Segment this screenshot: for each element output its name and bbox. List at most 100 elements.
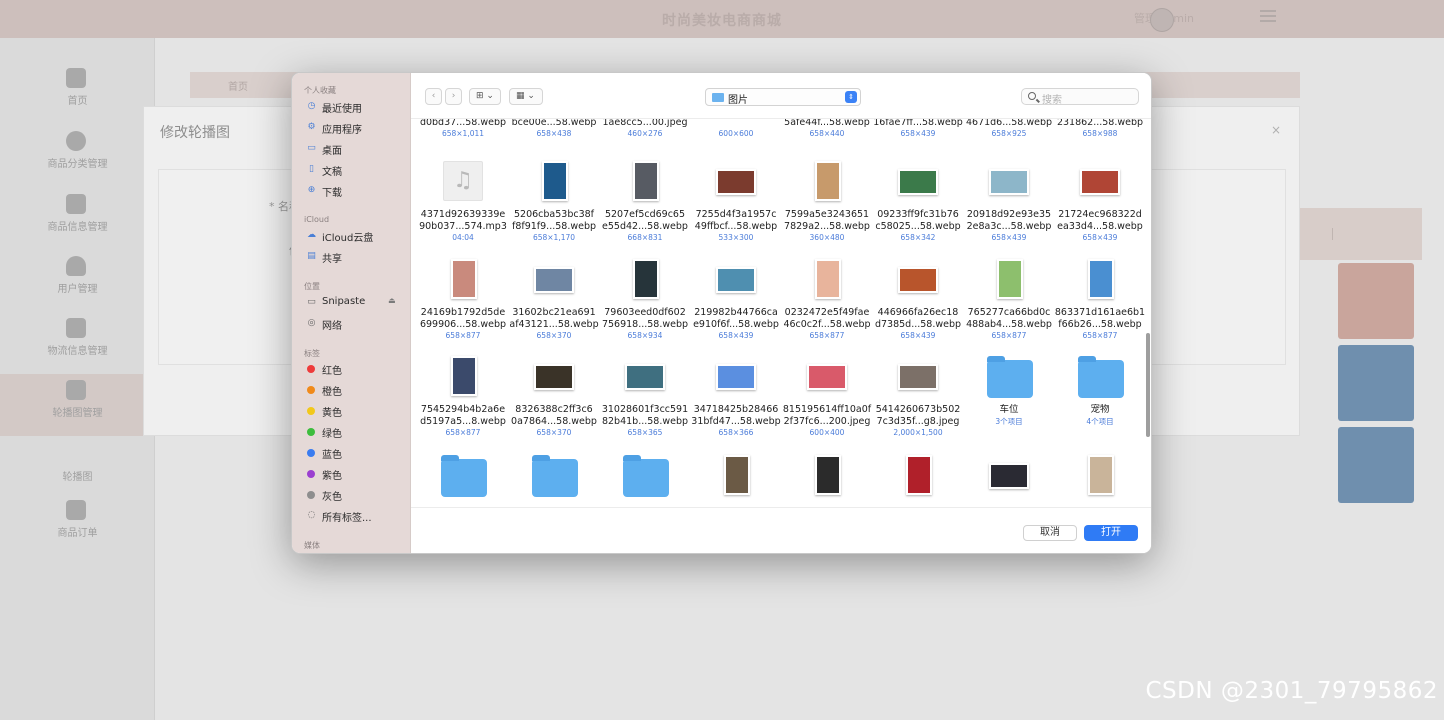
file-item[interactable]: 7599a5e3243651 7829a2...58.webp 360×480 [781,159,873,257]
folder-item[interactable]: 车位 3个项目 [963,354,1055,452]
file-item[interactable] [1054,453,1146,507]
file-meta: 658×877 [809,331,845,340]
file-name: 46c0c2f...58.webp [783,319,871,330]
sidebar-item-users[interactable]: 用户管理 [0,250,155,312]
drive-icon: ▭ [307,297,316,307]
file-item[interactable]: 5206cba53bc38f f8f91f9...58.webp 658×1,170 [508,159,600,257]
forward-button[interactable]: › [445,88,462,105]
search-input[interactable]: 搜索 [1021,88,1139,106]
sidebar-item-network[interactable]: ◎ 网络 [304,315,404,335]
file-name: 7255d4f3a1957c [695,209,777,220]
breadcrumb-home[interactable]: 首页 [228,78,248,93]
sidebar-item-recents[interactable]: ◷ 最近使用 [304,98,404,118]
folder-icon [987,356,1033,398]
open-button[interactable]: 打开 [1084,525,1138,541]
folder-item[interactable]: 宠物 4个项目 [1054,354,1146,452]
scrollbar[interactable] [1146,333,1150,437]
location-select[interactable]: 图片 ⇕ [705,88,861,106]
menu-icon[interactable] [1260,10,1276,22]
file-item[interactable]: 31028601f3cc591 82b41b...58.webp 658×365 [599,354,691,452]
file-item[interactable]: 8326388c2ff3c6 0a7864...58.webp 658×370 [508,354,600,452]
sidebar-item-documents[interactable]: ▯ 文稿 [304,161,404,181]
file-item[interactable]: 34718425b28466 31bfd47...58.webp 658×366 [690,354,782,452]
sidebar-item-desktop[interactable]: ▭ 桌面 [304,140,404,160]
file-item[interactable]: 863371d161ae6b1 f66b26...58.webp 658×877 [1054,257,1146,355]
sidebar-subitem-carousel[interactable]: 轮播图 [0,468,155,490]
sidebar-tag-orange[interactable]: 橙色 [304,381,404,401]
file-item[interactable]: 5414260673b502 7c3d35f...g8.jpeg 2,000×1,5… [872,354,964,452]
file-item[interactable]: 20918d92e93e35 2e8a3c...58.webp 658×439 [963,159,1055,257]
eject-icon[interactable]: ⏏ [388,296,396,305]
file-item[interactable]: 5207ef5cd69c65 e55d42...58.webp 668×831 [599,159,691,257]
sidebar-item-category[interactable]: 商品分类管理 [0,125,155,187]
image-thumbnail [807,364,847,390]
file-name: 7545294b4b2a6e [420,404,506,415]
file-name: 4371d92639339e [420,209,506,220]
sidebar-tag-red[interactable]: 红色 [304,360,404,380]
tag-dot-icon [307,470,315,478]
image-thumbnail [989,169,1029,195]
sidebar-item-home[interactable]: 首页 [0,62,155,124]
folder-item[interactable] [508,453,600,507]
file-item[interactable] [872,453,964,507]
sidebar-item-label: 所有标签... [322,513,372,524]
file-meta: 658×877 [445,331,481,340]
sidebar-tag-yellow[interactable]: 黄色 [304,402,404,422]
folder-item[interactable] [417,453,509,507]
file-item[interactable]: 446966fa26ec18 d7385d...58.webp 658×439 [872,257,964,355]
sidebar-item-label: 物流信息管理 [47,346,108,357]
file-item[interactable] [690,453,782,507]
folder-item[interactable] [599,453,691,507]
section-media: 媒体 [304,541,320,550]
image-thumbnail [625,364,665,390]
file-item[interactable]: ♫ 4371d92639339e 90b037...574.mp3 04:04 [417,159,509,257]
category-icon [66,131,86,151]
search-placeholder: 搜索 [1042,95,1062,106]
file-item[interactable]: 79603eed0df602 756918...58.webp 658×934 [599,257,691,355]
file-item[interactable] [781,453,873,507]
file-item[interactable]: 0232472e5f49fae 46c0c2f...58.webp 658×877 [781,257,873,355]
file-item[interactable]: 24169b1792d5de 699906...58.webp 658×877 [417,257,509,355]
dialog-sidebar: 个人收藏 ◷ 最近使用 ⚙ 应用程序 ▭ 桌面 ▯ 文稿 ⊕ 下载 iCloud ☁ iCl… [292,73,411,553]
back-button[interactable]: ‹ [425,88,442,105]
file-item[interactable]: 7545294b4b2a6e d5197a5...8.webp 658×877 [417,354,509,452]
sidebar-item-orders[interactable]: 商品订单 [0,494,155,556]
avatar[interactable] [1150,8,1174,32]
sidebar-tag-gray[interactable]: 灰色 [304,486,404,506]
file-item[interactable]: 21724ec968322d ea33d4...58.webp 658×439 [1054,159,1146,257]
tag-dot-icon [307,449,315,457]
view-mode-button[interactable]: ⊞ ⌄ [469,88,501,105]
file-name: 7829a2...58.webp [784,221,870,232]
sidebar-item-downloads[interactable]: ⊕ 下载 [304,182,404,202]
chevron-down-icon: ⌄ [483,91,494,101]
file-name: 2e8a3c...58.webp [966,221,1052,232]
file-item[interactable]: 09233ff9fc31b76 c58025...58.webp 658×342 [872,159,964,257]
file-item[interactable]: 765277ca66bd0c 488ab4...58.webp 658×877 [963,257,1055,355]
file-name: d0bd37...58.webp [419,119,507,128]
sidebar-item-products[interactable]: 商品信息管理 [0,188,155,250]
sidebar-item-shared[interactable]: ▤ 共享 [304,248,404,268]
cancel-button[interactable]: 取消 [1023,525,1077,541]
group-icon: ▦ [516,91,525,101]
sidebar-item-carousel[interactable]: 轮播图管理 [0,374,155,436]
file-name: 7599a5e3243651 [784,209,870,220]
sidebar-item-label: 黄色 [322,408,342,419]
file-item[interactable] [963,453,1055,507]
sidebar-item-snipaste[interactable]: ▭ Snipaste ⏏ [304,294,404,314]
file-item[interactable]: 219982b44766ca e910f6f...58.webp 658×439 [690,257,782,355]
file-item[interactable]: 7255d4f3a1957c 49ffbcf...58.webp 533×300 [690,159,782,257]
sidebar-tag-blue[interactable]: 蓝色 [304,444,404,464]
group-button[interactable]: ▦ ⌄ [509,88,543,105]
file-meta: 658×1,170 [532,233,576,242]
sidebar-tag-purple[interactable]: 紫色 [304,465,404,485]
sidebar-item-icloud-drive[interactable]: ☁ iCloud云盘 [304,227,404,247]
file-item[interactable]: 31602bc21ea691 af43121...58.webp 658×370 [508,257,600,355]
sidebar-tag-green[interactable]: 绿色 [304,423,404,443]
sidebar-item-logistics[interactable]: 物流信息管理 [0,312,155,374]
file-item[interactable]: 815195614ff10a0f 2f37fc6...200.jpeg 600×40… [781,354,873,452]
shared-folder-icon: ▤ [307,251,316,261]
sidebar-all-tags[interactable]: ◌ 所有标签... [304,507,404,527]
close-icon[interactable]: × [1271,123,1281,137]
file-name: d7385d...58.webp [874,319,962,330]
sidebar-item-applications[interactable]: ⚙ 应用程序 [304,119,404,139]
